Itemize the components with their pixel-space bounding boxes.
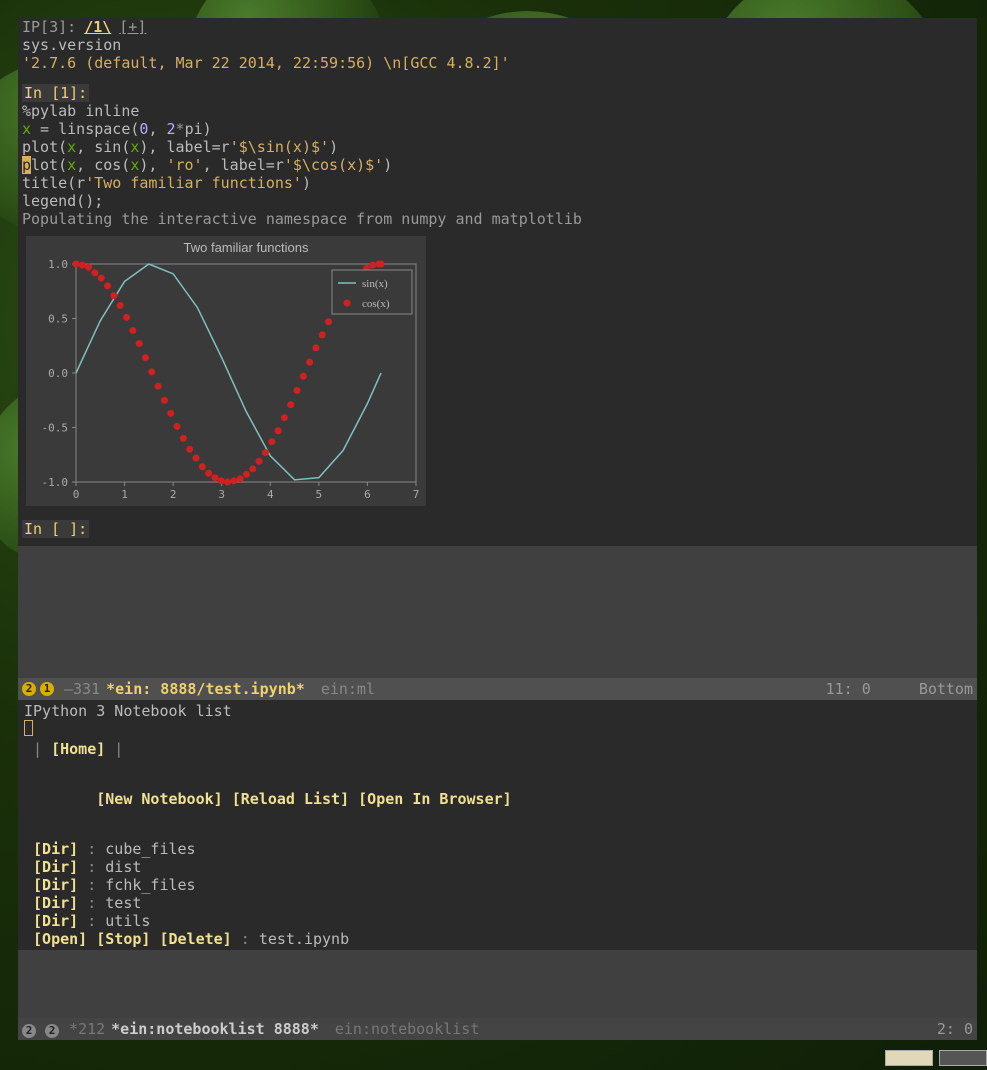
cell0-line1: '2.7.6 (default, Mar 22 2014, 22:59:56) … (22, 54, 973, 72)
cell-2[interactable]: In [ ]: (18, 520, 977, 546)
file-delete-button[interactable]: [Delete] (159, 930, 231, 948)
svg-text:6: 6 (364, 488, 371, 501)
cell2-prompt: In [ ]: (22, 520, 89, 538)
editor-pane-bottom[interactable]: IPython 3 Notebook list | [Home] | [New … (18, 700, 977, 950)
taskbar-item-1[interactable] (885, 1050, 933, 1066)
ml1-pos: 11: 0 (826, 680, 871, 698)
cell1-prompt: In [1]: (22, 84, 89, 102)
ml2-badge-2: 2 (45, 1024, 59, 1038)
home-link[interactable]: [Home] (51, 740, 105, 758)
nb-cursor (24, 720, 33, 736)
cell1-plot1: plot(x, sin(x), label=r'$\sin(x)$') (22, 138, 973, 156)
modeline-top: 2 1 — 331 *ein: 8888/test.ipynb* ein:ml … (18, 678, 977, 700)
tab-add[interactable]: [+] (119, 18, 146, 36)
cell1-title: title(r'Two familiar functions') (22, 174, 973, 192)
nb-title: IPython 3 Notebook list (24, 702, 971, 720)
ml1-mode: ein:ml (321, 680, 375, 698)
filler-top (18, 546, 977, 678)
dir-row[interactable]: [Dir] : test (24, 894, 971, 912)
filler-bottom (18, 950, 977, 1018)
svg-text:5: 5 (316, 488, 323, 501)
svg-text:-1.0: -1.0 (42, 476, 69, 489)
cell1-populate: Populating the interactive namespace fro… (22, 210, 973, 228)
cell1-plot2: plot(x, cos(x), 'ro', label=r'$\cos(x)$'… (22, 156, 973, 174)
cell1-pylab: %pylab inline (22, 102, 973, 120)
tab-prefix: IP[3]: (22, 18, 76, 36)
reload-list-button[interactable]: [Reload List] (232, 790, 349, 808)
svg-text:7: 7 (413, 488, 420, 501)
cursor: p (22, 156, 31, 174)
dir-row[interactable]: [Dir] : utils (24, 912, 971, 930)
modeline-badge-2: 1 (40, 682, 54, 696)
dir-row[interactable]: [Dir] : cube_files (24, 840, 971, 858)
svg-text:2: 2 (170, 488, 177, 501)
file-open-button[interactable]: [Open] (33, 930, 87, 948)
cell1-legend: legend(); (22, 192, 973, 210)
cell0-line0: sys.version (22, 36, 973, 54)
ml1-buffer: *ein: 8888/test.ipynb* (106, 680, 305, 698)
open-in-browser-button[interactable]: [Open In Browser] (358, 790, 512, 808)
svg-text:4: 4 (267, 488, 274, 501)
ml2-mode: ein:notebooklist (335, 1020, 480, 1038)
dir-row[interactable]: [Dir] : fchk_files (24, 876, 971, 894)
svg-text:1.0: 1.0 (48, 258, 68, 271)
editor-pane-top[interactable]: IP[3]: /1\ [+] sys.version '2.7.6 (defau… (18, 18, 977, 546)
file-name: test.ipynb (259, 930, 349, 948)
svg-text:1: 1 (121, 488, 128, 501)
tab-bar: IP[3]: /1\ [+] (18, 18, 977, 36)
modeline-bottom: 2 2 * 212 *ein:notebooklist 8888* ein:no… (18, 1018, 977, 1040)
new-notebook-button[interactable]: [New Notebook] (96, 790, 222, 808)
taskbar-item-2[interactable] (939, 1050, 987, 1066)
svg-text:3: 3 (218, 488, 225, 501)
file-stop-button[interactable]: [Stop] (96, 930, 150, 948)
svg-text:0: 0 (73, 488, 80, 501)
modeline-badge-1: 2 (22, 682, 36, 696)
cell-1[interactable]: In [1]: %pylab inline x = linspace(0, 2*… (18, 84, 977, 520)
cell1-xline: x = linspace(0, 2*pi) (22, 120, 973, 138)
ml2-line: 212 (78, 1020, 105, 1038)
ml1-scroll: Bottom (919, 680, 973, 698)
svg-text:cos(x): cos(x) (362, 298, 390, 310)
svg-text:-0.5: -0.5 (42, 422, 69, 435)
ml2-pos: 2: 0 (937, 1020, 973, 1038)
tab-active[interactable]: /1\ (84, 18, 111, 36)
svg-text:Two familiar functions: Two familiar functions (184, 240, 309, 255)
ml2-badge-1: 2 (22, 1024, 36, 1038)
chart-output: Two familiar functions 0 1 2 3 4 5 6 7 -1.0 -0.5 0.… (26, 236, 426, 506)
taskbar (885, 1050, 987, 1070)
cell-0-output: sys.version '2.7.6 (default, Mar 22 2014… (18, 36, 977, 78)
svg-text:sin(x): sin(x) (362, 278, 388, 290)
dir-row[interactable]: [Dir] : dist (24, 858, 971, 876)
svg-text:0.5: 0.5 (48, 313, 68, 326)
chart-svg: Two familiar functions 0 1 2 3 4 5 6 7 -1.0 -0.5 0.… (26, 236, 426, 506)
ml1-line: 331 (73, 680, 100, 698)
svg-text:0.0: 0.0 (48, 367, 68, 380)
ml2-buffer: *ein:notebooklist 8888* (111, 1020, 319, 1038)
